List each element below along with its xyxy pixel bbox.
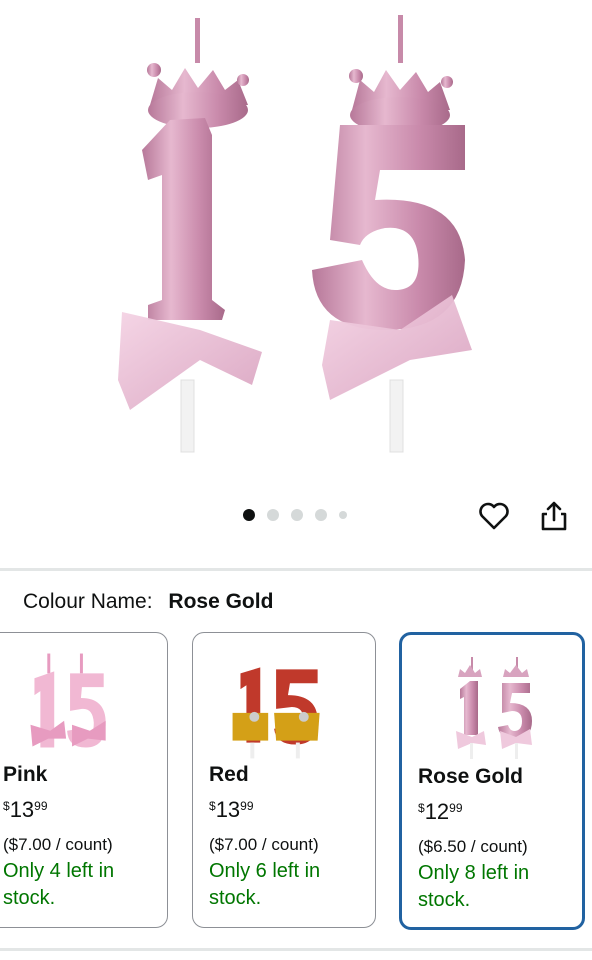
- candle-one: [118, 18, 262, 453]
- carousel-dot-2[interactable]: [267, 509, 279, 521]
- variant-price: $1399: [209, 797, 254, 823]
- variant-price: $1399: [3, 797, 48, 823]
- variant-price: $1299: [418, 799, 463, 825]
- variant-name: Red: [209, 763, 249, 786]
- carousel-dot-3[interactable]: [291, 509, 303, 521]
- carousel-indicator[interactable]: [243, 509, 347, 521]
- colour-value: Rose Gold: [168, 590, 274, 613]
- carousel-dot-4[interactable]: [315, 509, 327, 521]
- price-cents: 99: [34, 799, 48, 813]
- variant-unit-price: ($6.50 / count): [418, 837, 528, 856]
- candle-illustration: [118, 15, 472, 453]
- product-image[interactable]: [0, 0, 592, 500]
- section-divider: [0, 568, 592, 571]
- variant-card-rose-gold[interactable]: Rose Gold $1299 ($6.50 / count) Only 8 l…: [399, 632, 585, 930]
- variant-card-pink[interactable]: Pink $1399 ($7.00 / count) Only 4 left i…: [0, 632, 168, 928]
- variant-card-red[interactable]: Red $1399 ($7.00 / count) Only 6 left in…: [192, 632, 376, 928]
- heart-icon: [479, 502, 509, 530]
- price-currency: $: [418, 801, 425, 815]
- price-currency: $: [209, 799, 216, 813]
- carousel-dot-1[interactable]: [243, 509, 255, 521]
- variant-stock: Only 6 left in stock.: [209, 860, 321, 909]
- carousel-dot-5[interactable]: [339, 511, 347, 519]
- colour-label: Colour Name:: [23, 590, 153, 613]
- share-icon: [541, 501, 567, 531]
- variant-name: Pink: [3, 763, 48, 786]
- variant-thumbnail-red: [232, 667, 320, 759]
- price-whole: 13: [9, 797, 35, 822]
- price-whole: 13: [215, 797, 241, 822]
- price-cents: 99: [449, 801, 463, 815]
- colour-name-row: Colour Name: Rose Gold: [23, 590, 273, 614]
- price-currency: $: [3, 799, 10, 813]
- wishlist-button[interactable]: [476, 498, 512, 534]
- variant-unit-price: ($7.00 / count): [3, 835, 113, 854]
- price-whole: 12: [424, 799, 450, 824]
- variant-thumbnail-rose-gold: [456, 657, 532, 759]
- variant-name: Rose Gold: [418, 765, 524, 788]
- variant-stock: Only 8 left in stock.: [418, 862, 530, 911]
- section-divider-bottom: [0, 948, 592, 951]
- candle-five: [312, 15, 472, 453]
- price-cents: 99: [240, 799, 254, 813]
- variant-unit-price: ($7.00 / count): [209, 835, 319, 854]
- share-button[interactable]: [536, 498, 572, 534]
- variant-stock: Only 4 left in stock.: [3, 860, 115, 909]
- variant-thumbnail-pink: [30, 653, 106, 748]
